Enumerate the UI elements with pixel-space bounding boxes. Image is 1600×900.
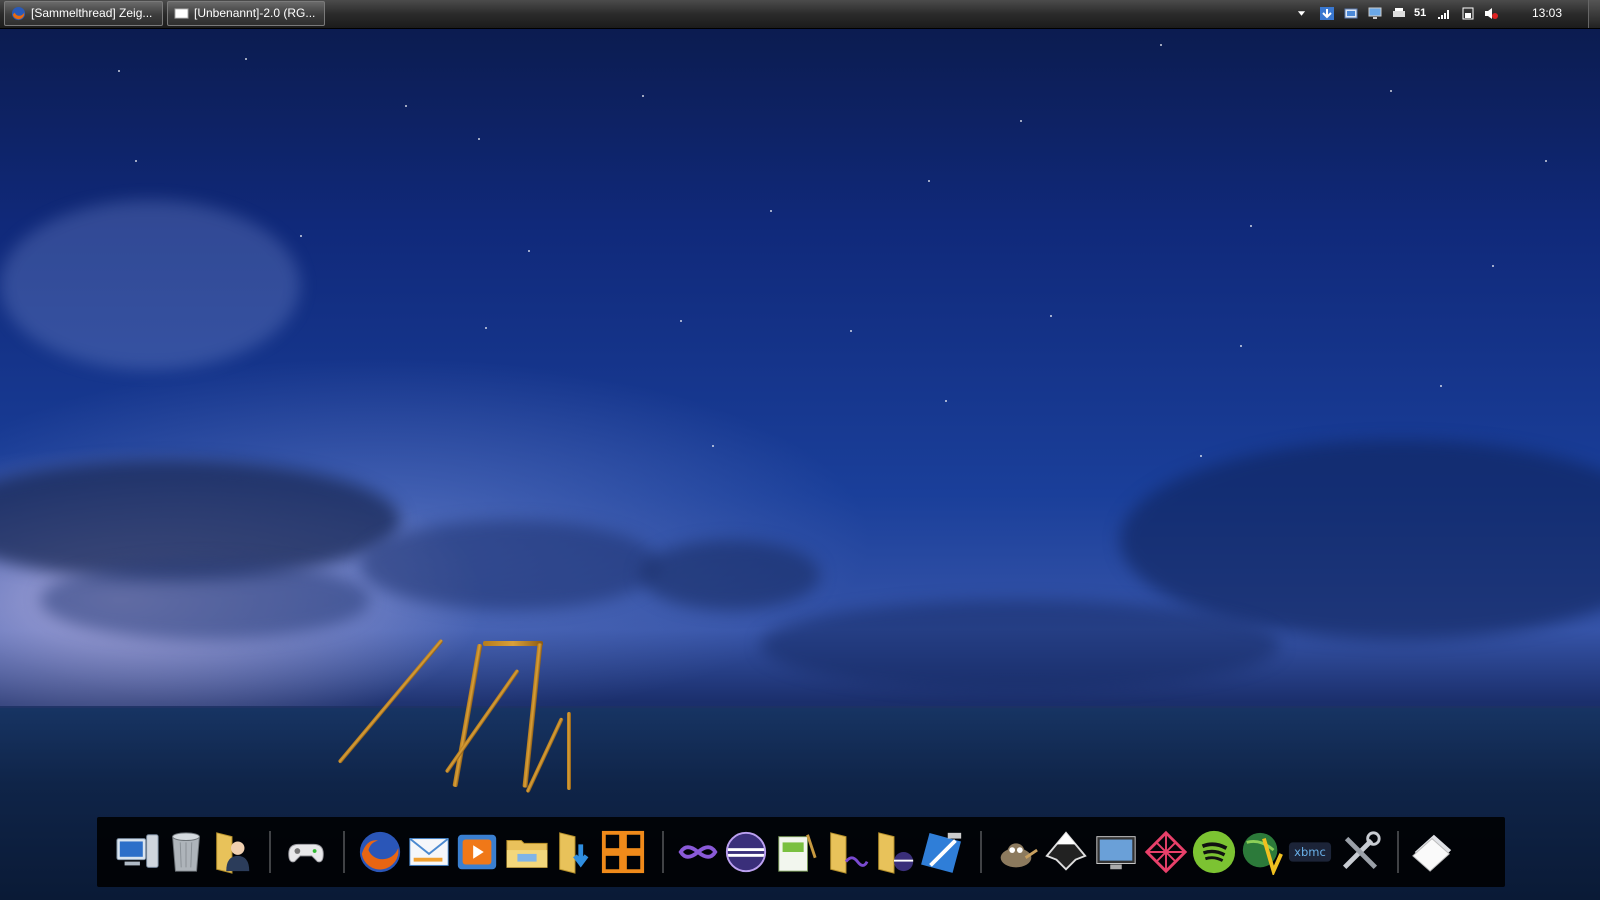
signal-icon[interactable] <box>1437 7 1451 20</box>
pier-crossbeam <box>483 641 543 646</box>
application-dock: xbmc <box>97 817 1505 887</box>
papers-icon[interactable] <box>1409 829 1455 875</box>
star <box>850 330 852 332</box>
eclipse-folder-icon[interactable] <box>871 829 917 875</box>
user-folder-icon[interactable] <box>209 829 255 875</box>
dock-separator <box>269 831 271 873</box>
display-icon[interactable] <box>1093 829 1139 875</box>
cloud <box>640 540 820 610</box>
printer-icon[interactable] <box>1392 7 1406 20</box>
star <box>1492 265 1494 267</box>
dock-separator <box>343 831 345 873</box>
taskbar-button-label: [Sammelthread] Zeig... <box>31 6 153 20</box>
star <box>1390 90 1392 92</box>
explorer-folder-icon[interactable] <box>504 829 550 875</box>
vs-folder-icon[interactable] <box>823 829 869 875</box>
firefox-icon[interactable] <box>357 829 403 875</box>
computer-icon[interactable] <box>115 829 161 875</box>
clock[interactable]: 13:03 <box>1532 6 1562 20</box>
taskbar-button-label: [Unbenannt]-2.0 (RG... <box>194 6 316 20</box>
star <box>1440 385 1442 387</box>
media-player-icon[interactable] <box>454 829 500 875</box>
xcode-tools-icon[interactable] <box>919 829 965 875</box>
star <box>135 160 137 162</box>
star <box>1250 225 1252 227</box>
xbmc-icon[interactable]: xbmc <box>1287 829 1333 875</box>
star <box>478 138 480 140</box>
star <box>1160 44 1162 46</box>
cloud <box>760 600 1280 690</box>
star <box>1545 160 1547 162</box>
svg-text:xbmc: xbmc <box>1294 845 1326 859</box>
cloud <box>360 520 660 610</box>
tray-overflow-arrow-icon[interactable] <box>1297 9 1306 17</box>
dock-separator <box>1397 831 1399 873</box>
battery-percent: 51 <box>1414 7 1427 19</box>
trash-icon[interactable] <box>163 829 209 875</box>
star <box>1240 345 1242 347</box>
spotify-icon[interactable] <box>1191 829 1237 875</box>
star <box>485 327 487 329</box>
gimp-icon[interactable] <box>993 829 1039 875</box>
star <box>405 105 407 107</box>
download-icon[interactable] <box>1320 7 1334 20</box>
star <box>680 320 682 322</box>
cloud <box>40 560 370 640</box>
star <box>118 70 120 72</box>
star <box>642 95 644 97</box>
network-icon[interactable] <box>1344 7 1358 20</box>
taskbar-button-gimp[interactable]: [Unbenannt]-2.0 (RG... <box>167 1 325 26</box>
top-taskbar: [Sammelthread] Zeig... [Unbenannt]-2.0 (… <box>0 0 1600 29</box>
show-desktop-button[interactable] <box>1588 0 1600 28</box>
star <box>945 400 947 402</box>
star <box>1050 315 1052 317</box>
gamepad-icon[interactable] <box>283 829 329 875</box>
zune-icon[interactable] <box>1143 829 1189 875</box>
cloud <box>1120 440 1600 640</box>
desktop-wallpaper <box>0 0 1600 900</box>
firefox-icon <box>11 6 26 21</box>
star <box>245 58 247 60</box>
star <box>928 180 930 182</box>
vuze-icon[interactable] <box>1239 829 1285 875</box>
mute-icon[interactable] <box>1484 7 1498 20</box>
taskbar-button-firefox[interactable]: [Sammelthread] Zeig... <box>4 1 163 26</box>
mail-icon[interactable] <box>406 829 452 875</box>
visual-studio-icon[interactable] <box>675 829 721 875</box>
notepad-icon[interactable] <box>773 829 819 875</box>
settings-tools-icon[interactable] <box>1337 829 1383 875</box>
battery-icon[interactable] <box>1461 7 1475 20</box>
dock-separator <box>662 831 664 873</box>
star <box>1200 455 1202 457</box>
gimp-window-icon <box>174 8 189 19</box>
office-icon[interactable] <box>600 829 646 875</box>
inkscape-icon[interactable] <box>1043 829 1089 875</box>
eclipse-icon[interactable] <box>723 829 769 875</box>
star <box>300 235 302 237</box>
pier-post <box>567 712 571 790</box>
dock-separator <box>980 831 982 873</box>
star <box>1020 120 1022 122</box>
cloud <box>0 200 300 370</box>
star <box>770 210 772 212</box>
star <box>712 445 714 447</box>
downloads-folder-icon[interactable] <box>552 829 598 875</box>
star <box>528 250 530 252</box>
monitor-icon[interactable] <box>1368 7 1382 20</box>
